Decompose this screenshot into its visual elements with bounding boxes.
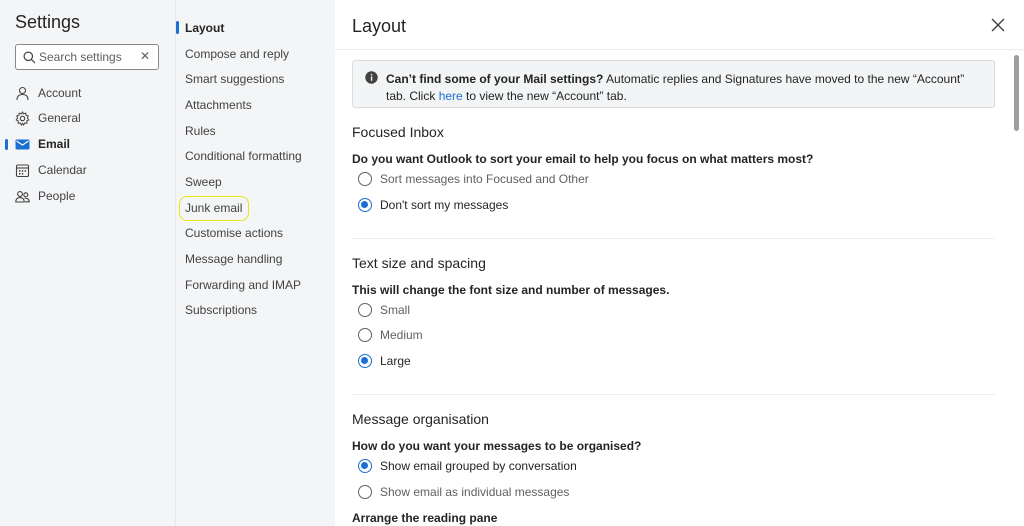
subnav-item-customise-actions[interactable]: Customise actions xyxy=(185,226,283,248)
subnav-item-layout[interactable]: Layout xyxy=(185,21,224,43)
nav-item-label: Account xyxy=(38,86,82,100)
subnav-item-compose-and-reply[interactable]: Compose and reply xyxy=(185,47,289,69)
banner-message: Can’t find some of your Mail settings? A… xyxy=(386,71,986,105)
nav-item-people[interactable]: People xyxy=(15,186,165,206)
banner-text-after: to view the new “Account” tab. xyxy=(462,89,627,103)
section-divider xyxy=(352,238,995,239)
reading-pane-question: Arrange the reading pane xyxy=(352,511,498,525)
subnav-item-subscriptions[interactable]: Subscriptions xyxy=(185,303,257,325)
nav-item-label: Email xyxy=(38,137,71,151)
radio-button[interactable] xyxy=(358,303,372,317)
radio-label: Medium xyxy=(380,328,423,342)
info-icon xyxy=(365,71,378,84)
search-input[interactable] xyxy=(39,48,139,66)
selected-indicator xyxy=(5,139,8,150)
subnav-item-sweep[interactable]: Sweep xyxy=(185,175,222,197)
radio-button[interactable] xyxy=(358,485,372,499)
people-icon xyxy=(15,191,30,203)
nav-item-general[interactable]: General xyxy=(15,108,165,128)
message-organisation-heading: Message organisation xyxy=(352,411,489,427)
nav-item-calendar[interactable]: Calendar xyxy=(15,160,165,180)
mail-icon xyxy=(15,139,30,150)
scrollbar-thumb[interactable] xyxy=(1014,55,1019,131)
email-subnav-pane: Layout Compose and reply Smart suggestio… xyxy=(176,0,335,526)
radio-button[interactable] xyxy=(358,328,372,342)
nav-item-label: Calendar xyxy=(38,163,87,177)
layout-settings-pane: Layout Can’t find some of your Mail sett… xyxy=(335,0,1024,526)
text-size-question: This will change the font size and numbe… xyxy=(352,283,670,297)
nav-item-label: People xyxy=(38,189,76,203)
organisation-question: How do you want your messages to be orga… xyxy=(352,439,642,453)
calendar-icon xyxy=(15,164,30,178)
radio-button-selected[interactable] xyxy=(358,354,372,368)
selected-indicator xyxy=(176,21,179,34)
settings-title: Settings xyxy=(15,12,81,32)
page-title: Layout xyxy=(352,16,407,36)
subnav-item-rules[interactable]: Rules xyxy=(185,124,216,146)
settings-window: Settings ✕ Account General xyxy=(0,0,1024,526)
subnav-item-junk-email[interactable]: Junk email xyxy=(185,201,242,223)
settings-nav-pane: Settings ✕ Account General xyxy=(0,0,176,526)
search-icon xyxy=(23,51,36,64)
person-icon xyxy=(16,86,29,101)
clear-search-icon[interactable]: ✕ xyxy=(139,50,151,62)
nav-item-email[interactable]: Email xyxy=(15,134,165,154)
radio-label: Show email as individual messages xyxy=(380,485,570,499)
focused-inbox-question: Do you want Outlook to sort your email t… xyxy=(352,152,814,166)
radio-label: Don't sort my messages xyxy=(380,198,509,212)
info-banner: Can’t find some of your Mail settings? A… xyxy=(352,60,995,108)
section-divider xyxy=(352,394,995,395)
radio-button-selected[interactable] xyxy=(358,459,372,473)
radio-label: Sort messages into Focused and Other xyxy=(380,172,589,186)
radio-label: Small xyxy=(380,303,411,317)
close-icon[interactable] xyxy=(988,15,1008,35)
banner-here-link[interactable]: here xyxy=(439,89,463,103)
search-box[interactable]: ✕ xyxy=(15,44,159,70)
subnav-item-message-handling[interactable]: Message handling xyxy=(185,252,282,274)
subnav-item-conditional-formatting[interactable]: Conditional formatting xyxy=(185,149,302,171)
banner-bold-text: Can’t find some of your Mail settings? xyxy=(386,72,604,86)
nav-item-label: General xyxy=(38,111,81,125)
radio-label: Large xyxy=(380,354,411,368)
header-divider xyxy=(335,49,1024,50)
radio-label: Show email grouped by conversation xyxy=(380,459,577,473)
radio-button[interactable] xyxy=(358,172,372,186)
gear-icon xyxy=(15,111,30,126)
nav-item-account[interactable]: Account xyxy=(15,83,165,103)
text-size-heading: Text size and spacing xyxy=(352,255,486,271)
subnav-item-attachments[interactable]: Attachments xyxy=(185,98,252,120)
radio-button-selected[interactable] xyxy=(358,198,372,212)
subnav-item-forwarding-and-imap[interactable]: Forwarding and IMAP xyxy=(185,278,301,300)
subnav-item-smart-suggestions[interactable]: Smart suggestions xyxy=(185,72,284,94)
focused-inbox-heading: Focused Inbox xyxy=(352,124,444,140)
